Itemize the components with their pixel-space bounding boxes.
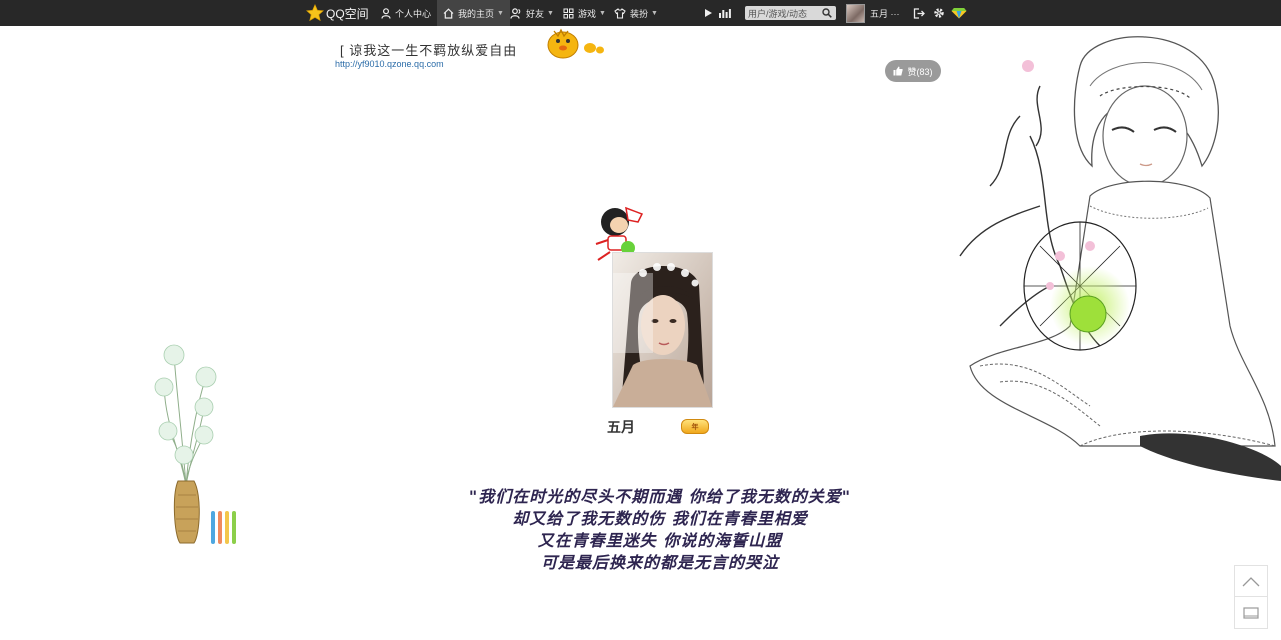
- profile-nickname[interactable]: 五月: [607, 417, 635, 437]
- top-navigation-bar: QQ空间 个人中心 我的主页 ▼ 好友 ▼ 游戏 ▼ 装扮 ▼ 用户/游戏/动态…: [0, 0, 1281, 26]
- nav-personal-center[interactable]: 个人中心: [381, 0, 431, 26]
- play-icon: [705, 9, 712, 17]
- poem-line: 又在青春里迷失 你说的海誓山盟: [537, 531, 783, 550]
- nav-friends[interactable]: 好友 ▼: [510, 0, 554, 26]
- signature-poem: "我们在时光的尽头不期而遇 你给了我无数的关爱" 却又给了我无数的伤 我们在青春…: [420, 486, 900, 574]
- poem-line: 可是最后换来的都是无言的哭泣: [540, 553, 779, 572]
- chevron-down-icon: ▼: [497, 9, 504, 17]
- grid-icon: [563, 8, 574, 18]
- thumbs-up-icon: [893, 66, 904, 76]
- window-icon: [1243, 606, 1259, 619]
- nav-decorate[interactable]: 装扮 ▼: [614, 0, 658, 26]
- music-equalizer-button[interactable]: [719, 0, 731, 26]
- yellow-diamond-badge[interactable]: 年: [681, 419, 709, 434]
- like-count-label: 赞(83): [907, 66, 933, 77]
- diamond-icon: [951, 8, 967, 19]
- dandelion-vase-decoration: [154, 344, 236, 544]
- like-button[interactable]: 赞(83): [885, 60, 941, 82]
- scrolling-signature: [ 谅我这一生不羁放纵爱自由: [340, 43, 518, 58]
- nav-label: 游戏: [578, 8, 597, 19]
- chick-decoration-icon: [547, 28, 604, 59]
- search-placeholder: 用户/游戏/动态: [748, 9, 808, 19]
- nav-games[interactable]: 游戏 ▼: [563, 0, 606, 26]
- logout-icon: [913, 7, 925, 19]
- user-name: 五月 ···: [870, 8, 900, 19]
- anime-girl-illustration: [959, 36, 1281, 481]
- music-play-button[interactable]: [704, 0, 713, 26]
- shirt-icon: [614, 7, 626, 19]
- profile-photo[interactable]: [612, 252, 713, 408]
- search-icon[interactable]: [822, 8, 832, 18]
- user-name-link[interactable]: 五月 ···: [870, 0, 900, 26]
- back-to-top-button[interactable]: [1234, 565, 1268, 598]
- arrow-up-icon: [1242, 576, 1260, 586]
- vip-diamond-button[interactable]: [951, 0, 967, 26]
- search-input[interactable]: 用户/游戏/动态: [745, 6, 836, 20]
- user-icon: [381, 7, 391, 19]
- home-icon: [443, 7, 454, 19]
- nav-label: 我的主页: [458, 8, 495, 19]
- profile-photo-image: [613, 253, 712, 407]
- poem-line: "我们在时光的尽头不期而遇 你给了我无数的关爱": [468, 487, 852, 506]
- logout-button[interactable]: [913, 0, 925, 26]
- nav-my-home[interactable]: 我的主页 ▼: [437, 0, 510, 26]
- user-avatar[interactable]: [846, 4, 865, 23]
- chevron-down-icon: ▼: [547, 9, 554, 17]
- qzone-logo[interactable]: QQ空间: [306, 0, 369, 26]
- nav-label: 装扮: [630, 8, 649, 19]
- chevron-down-icon: ▼: [599, 9, 606, 17]
- chevron-down-icon: ▼: [651, 9, 658, 17]
- poem-line: 却又给了我无数的伤 我们在青春里相爱: [512, 509, 808, 528]
- nav-label: 好友: [526, 8, 545, 19]
- settings-button[interactable]: [933, 0, 945, 26]
- bars-icon: [719, 9, 731, 18]
- qq-star-icon: [306, 4, 324, 22]
- space-url-link[interactable]: http://yf9010.qzone.qq.com: [335, 59, 444, 69]
- logo-text: QQ空间: [326, 6, 369, 21]
- gear-icon: [934, 8, 944, 18]
- nav-label: 个人中心: [395, 8, 432, 19]
- feedback-button[interactable]: [1234, 596, 1268, 629]
- friends-icon: [510, 7, 521, 19]
